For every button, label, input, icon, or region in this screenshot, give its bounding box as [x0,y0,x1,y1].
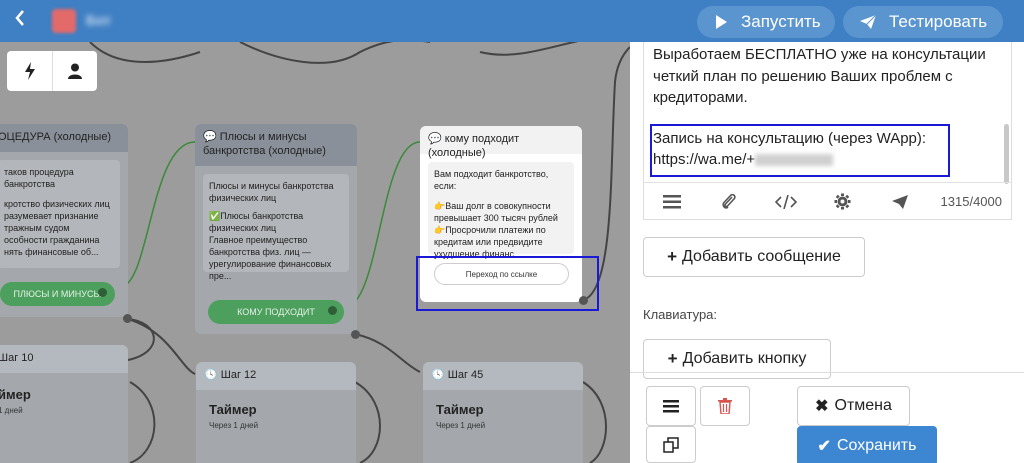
code-button[interactable] [757,194,814,209]
chat-icon: 💬 [203,131,217,143]
connector-dot[interactable] [98,288,107,297]
user-button[interactable] [52,51,97,91]
message-paragraph: Выработаем БЕСПЛАТНО уже на консультации… [653,46,986,106]
character-counter: 1315/4000 [940,194,1002,209]
run-button[interactable]: Запустить [697,6,835,38]
flow-canvas[interactable]: ОЦЕДУРА (холодные) таков процедура банкр… [0,42,630,463]
play-icon [713,14,729,30]
card-procedure-title: ОЦЕДУРА (холодные) [0,124,128,152]
menu-icon [663,399,679,412]
card-who-fits-message: Вам подходит банкротство, если: 👉Ваш дол… [428,162,574,259]
lightning-icon [24,62,35,80]
card-step-12[interactable]: 🕓 Шаг 12 Таймер Через 1 дней [196,362,356,463]
clock-icon: 🕓 [204,369,218,381]
card-pros-cons-header: 💬 Плюсы и минусы банкротства (холодные) [195,124,357,166]
add-message-label: Добавить сообщение [682,248,841,265]
settings-button[interactable] [814,193,871,210]
copy-icon [663,436,679,453]
card-step-10[interactable]: Шаг 10 ймер 1 дней [0,345,128,463]
canvas-toolbar [7,51,97,91]
timer-title: ймер [0,387,31,402]
highlight-box [650,124,950,177]
close-icon: ✖ [815,398,829,415]
timer-title: Таймер [436,402,484,417]
divider [630,372,1024,373]
who-fits-link-label: КОМУ ПОДХОДИТ [237,307,315,317]
highlight-box [416,256,599,311]
delete-button[interactable] [700,386,750,426]
attach-button[interactable] [700,193,757,211]
send-icon [891,194,908,209]
card-step-45-header: 🕓 Шаг 45 [423,362,583,390]
editor-scrollbar[interactable] [1004,124,1009,184]
top-bar: Бот Запустить Тестировать [0,0,1024,42]
timer-sub: Через 1 дней [209,421,259,430]
send-icon [859,14,877,30]
back-button[interactable] [8,8,32,32]
lightning-button[interactable] [7,51,52,91]
card-step-12-title: Шаг 12 [220,369,257,381]
card-step-12-header: 🕓 Шаг 12 [196,362,356,390]
card-step-45[interactable]: 🕓 Шаг 45 Таймер Через 1 дней [423,362,583,463]
plus-icon: + [667,349,678,368]
bot-name: Бот [86,12,112,28]
timer-title: Таймер [209,402,257,417]
who-fits-link-button[interactable]: КОМУ ПОДХОДИТ [208,300,344,324]
connector-dot[interactable] [328,306,337,315]
timer-sub: 1 дней [0,406,23,415]
clock-icon: 🕓 [431,369,445,381]
chevron-left-icon [15,10,24,26]
timer-sub: Через 1 дней [436,421,486,430]
connector-dot[interactable] [123,314,132,323]
trash-icon [718,398,732,414]
card-step-45-title: Шаг 45 [447,369,484,381]
card-procedure-message: таков процедура банкротства кротство физ… [0,160,120,268]
chat-icon: 💬 [428,133,442,145]
run-button-label: Запустить [741,12,821,31]
card-pros-cons-message: Плюсы и минусы банкротства физических ли… [203,174,349,281]
menu-icon [662,194,681,208]
send-button[interactable] [871,194,928,210]
editor-toolbar: 1315/4000 [643,182,1012,220]
keyboard-label: Клавиатура: [643,307,718,322]
paperclip-icon [721,193,736,209]
test-button[interactable]: Тестировать [843,6,1003,38]
user-icon [68,63,82,79]
copy-button[interactable] [646,426,696,463]
save-label: Сохранить [836,437,917,454]
code-icon [774,194,797,209]
check-icon: ✔ [817,438,831,455]
reorder-button[interactable] [646,386,696,426]
add-button-button[interactable]: + Добавить кнопку [643,339,831,379]
test-button-label: Тестировать [889,12,988,31]
card-pros-cons-title: Плюсы и минусы банкротства (холодные) [203,131,326,157]
menu-button[interactable] [643,194,700,209]
save-button[interactable]: ✔ Сохранить [797,426,937,463]
card-step-10-title: Шаг 10 [0,345,128,373]
bot-avatar [52,9,76,33]
connector-dot[interactable] [351,330,360,339]
add-button-label: Добавить кнопку [682,350,807,367]
plus-icon: + [667,247,678,266]
card-who-fits-header: 💬 кому подходит (холодные) [420,126,582,159]
add-message-button[interactable]: + Добавить сообщение [643,237,865,277]
message-editor-panel: Выработаем БЕСПЛАТНО уже на консультации… [630,42,1024,463]
pros-cons-link-label: ПЛЮСЫ И МИНУСЫ [13,289,102,299]
cancel-label: Отмена [834,397,892,414]
gear-icon [834,193,851,210]
cancel-button[interactable]: ✖ Отмена [797,386,910,426]
